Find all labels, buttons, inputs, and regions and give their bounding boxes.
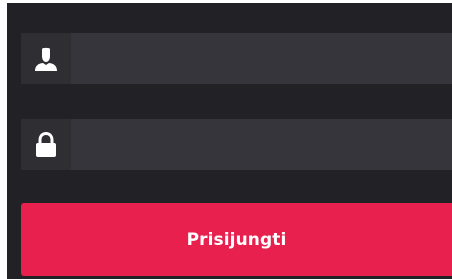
password-field [21, 119, 452, 170]
login-panel: Prisijungti [7, 3, 452, 279]
login-button[interactable]: Prisijungti [21, 203, 452, 276]
username-field [21, 33, 452, 84]
user-icon [21, 33, 71, 84]
password-input[interactable] [71, 119, 452, 170]
lock-icon [21, 119, 71, 170]
username-input[interactable] [71, 33, 452, 84]
